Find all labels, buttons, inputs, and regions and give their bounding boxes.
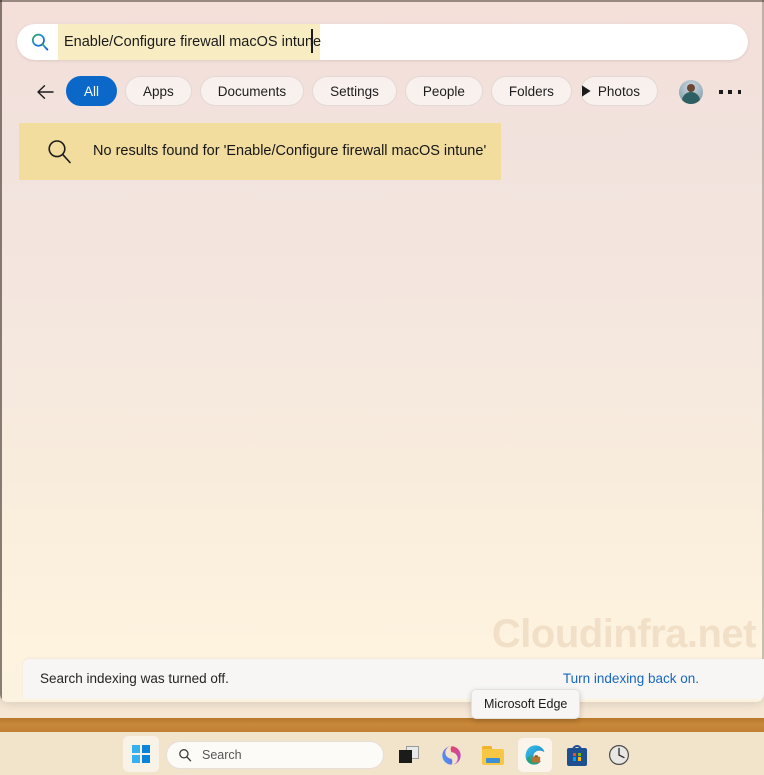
task-view-icon [399, 746, 419, 764]
user-avatar[interactable] [679, 80, 703, 104]
site-watermark: Cloudinfra.net [491, 612, 757, 656]
tab-people[interactable]: People [404, 76, 483, 106]
tab-list: All Apps Documents Settings People Folde… [66, 76, 658, 106]
turn-indexing-on-link[interactable]: Turn indexing back on. [563, 659, 699, 699]
search-input-value[interactable]: Enable/Configure firewall macOS intune [64, 24, 321, 60]
dot-2 [728, 90, 732, 94]
file-explorer-icon [482, 745, 504, 765]
screen: Cloudinfra.net Enable/Configure firewall… [0, 0, 764, 775]
start-button[interactable] [123, 736, 159, 772]
taskbar-item-microsoft-edge[interactable] [518, 738, 552, 772]
taskbar-item-microsoft-store[interactable] [560, 738, 594, 772]
no-results-banner: No results found for 'Enable/Configure f… [19, 123, 501, 180]
tab-all[interactable]: All [66, 76, 118, 106]
taskbar-item-task-view[interactable] [392, 738, 426, 772]
clock-icon [608, 744, 630, 766]
indexing-status-text: Search indexing was turned off. [40, 671, 229, 686]
microsoft-edge-icon [524, 744, 546, 766]
avatar-head [687, 84, 695, 92]
tab-documents[interactable]: Documents [199, 76, 305, 106]
tab-settings[interactable]: Settings [312, 76, 397, 106]
windows-search-flyout: Cloudinfra.net Enable/Configure firewall… [0, 0, 764, 702]
desktop-divider-band [0, 718, 764, 732]
panel-top-border [0, 0, 764, 2]
desktop-upper-fill [0, 700, 764, 718]
taskbar-search-box[interactable]: Search [166, 741, 384, 769]
dot-1 [719, 90, 723, 94]
no-results-text: No results found for 'Enable/Configure f… [93, 143, 487, 159]
magnifier-icon [46, 138, 73, 165]
microsoft-365-icon [441, 745, 462, 766]
taskbar-app-icons [392, 738, 636, 772]
more-options-icon[interactable] [719, 85, 741, 99]
taskbar-item-clock[interactable] [602, 738, 636, 772]
avatar-body [682, 92, 700, 104]
taskbar-item-microsoft-365[interactable] [434, 738, 468, 772]
tab-folders[interactable]: Folders [490, 76, 572, 106]
search-icon [30, 32, 50, 52]
search-icon [178, 748, 192, 762]
microsoft-store-icon [567, 744, 587, 766]
tab-apps[interactable]: Apps [125, 76, 192, 106]
back-arrow-icon[interactable] [34, 80, 58, 104]
taskbar-search-placeholder: Search [202, 748, 242, 762]
indexing-status-bar: Search indexing was turned off. Turn ind… [23, 659, 764, 699]
dot-3 [737, 90, 741, 94]
text-caret [311, 29, 313, 53]
filter-tab-bar: All Apps Documents Settings People Folde… [0, 76, 764, 108]
windows-logo-icon [132, 745, 150, 763]
taskbar-item-file-explorer[interactable] [476, 738, 510, 772]
more-tabs-icon[interactable] [578, 83, 594, 99]
taskbar-tooltip: Microsoft Edge [471, 689, 581, 719]
